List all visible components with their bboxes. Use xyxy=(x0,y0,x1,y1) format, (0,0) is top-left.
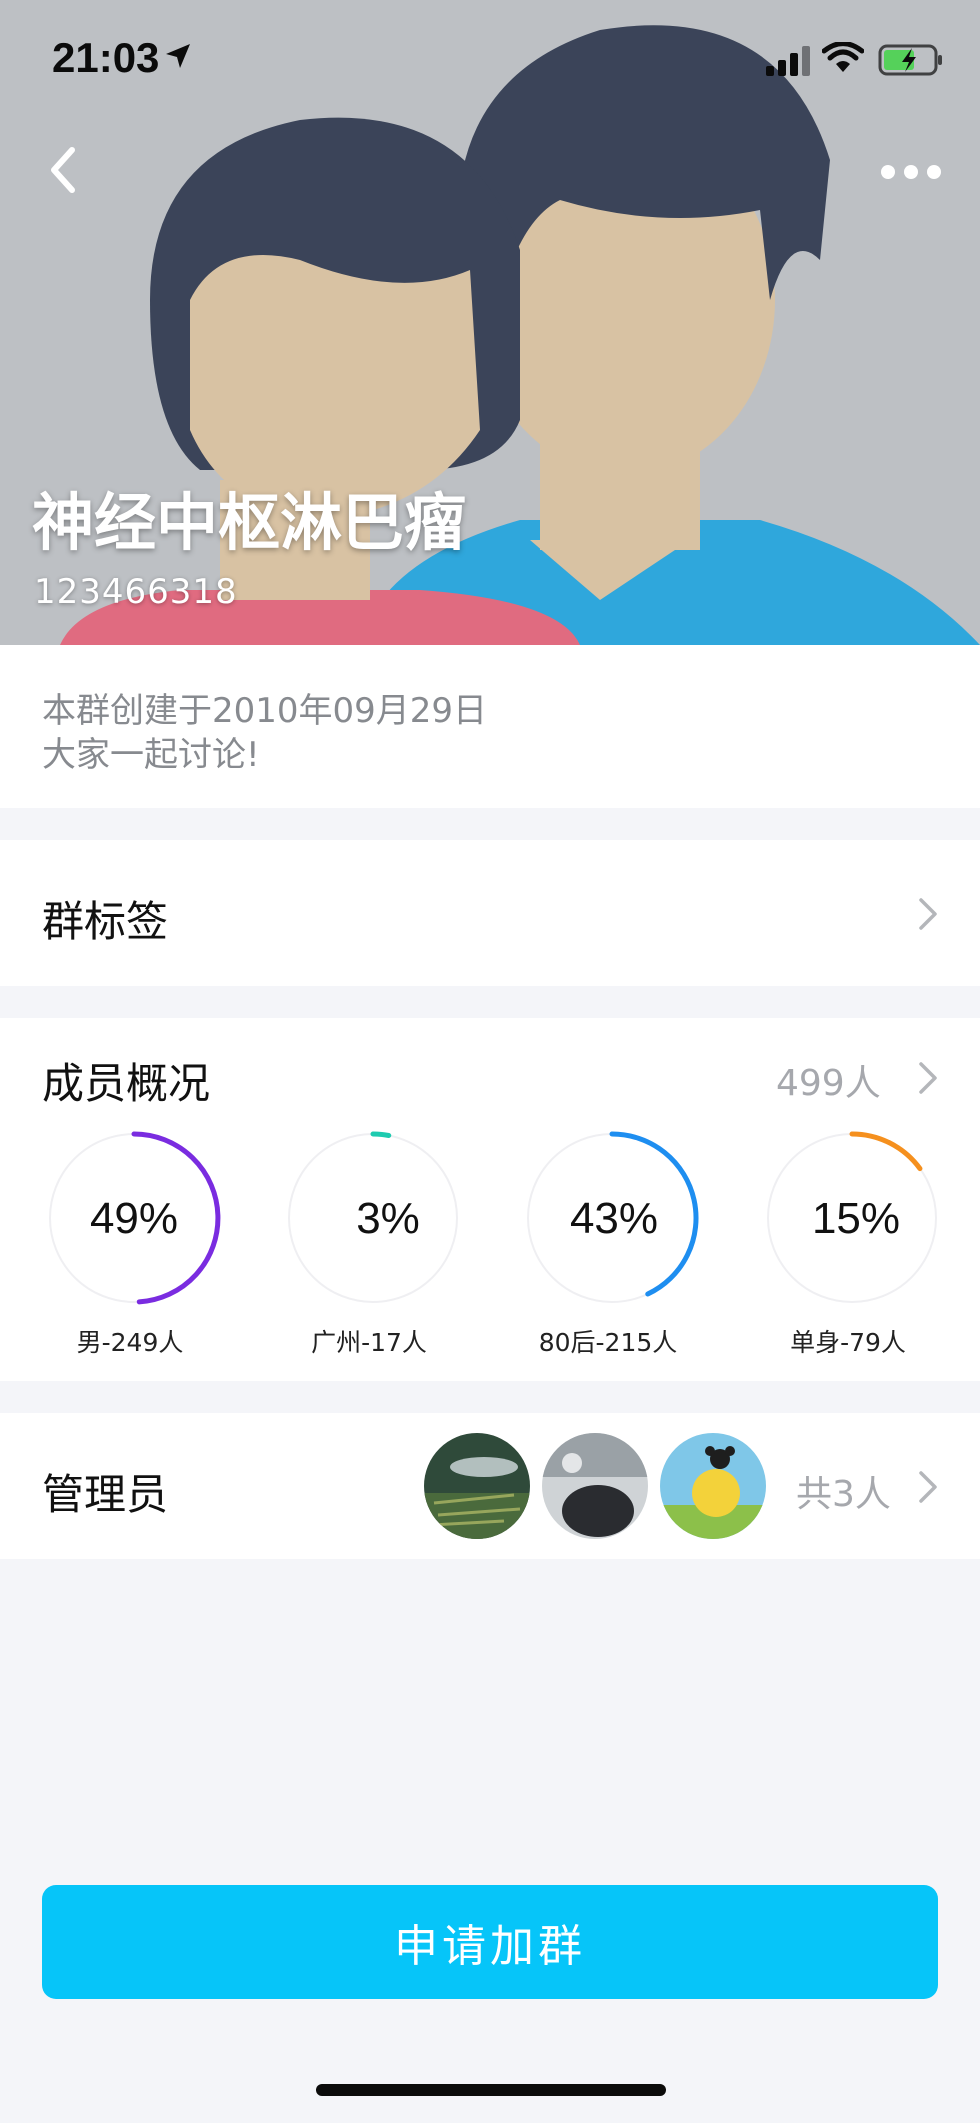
stat-caption: 广州-17人 xyxy=(311,1328,427,1357)
stat-percent: 43% xyxy=(569,1194,659,1243)
stat-caption: 单身-79人 xyxy=(790,1328,906,1357)
stat-percent: 3% xyxy=(356,1194,420,1243)
stat-percent: 49% xyxy=(89,1194,179,1243)
member-count: 499人 xyxy=(776,1063,881,1104)
back-icon[interactable] xyxy=(36,140,96,200)
group-description: 本群创建于2010年09月29日 大家一起讨论! xyxy=(0,645,980,808)
wifi-icon xyxy=(822,42,864,72)
apply-join-group-button[interactable]: 申请加群 xyxy=(42,1885,938,1999)
cellular-signal-icon xyxy=(766,46,810,76)
stat-caption: 男-249人 xyxy=(76,1328,184,1357)
status-time: 21:03 xyxy=(52,34,160,81)
stat-percent: 15% xyxy=(811,1194,901,1243)
stat-progress-arc xyxy=(370,1131,392,1138)
stat-caption: 80后-215人 xyxy=(538,1328,678,1357)
admins-label: 管理员 xyxy=(42,1470,169,1519)
admin-avatar[interactable] xyxy=(424,1433,530,1539)
status-bar: 21:03 xyxy=(0,0,980,120)
stat-progress-arc xyxy=(849,1131,923,1172)
more-options-icon[interactable] xyxy=(870,146,950,196)
admin-avatar[interactable] xyxy=(660,1433,766,1539)
description-line: 大家一起讨论! xyxy=(42,735,260,775)
group-tags-row[interactable]: 群标签 xyxy=(0,840,980,986)
description-line: 本群创建于2010年09月29日 xyxy=(42,691,488,731)
home-indicator xyxy=(316,2084,666,2096)
group-cover: 21:03 神经中枢淋巴瘤 123466318 xyxy=(0,0,980,645)
battery-charging-icon xyxy=(878,44,942,76)
chevron-right-icon xyxy=(919,1471,937,1503)
members-overview[interactable]: 成员概况 499人 49% 男-249人 3% 广州-17人 43% 80后-2… xyxy=(0,1018,980,1381)
admin-count: 共3人 xyxy=(796,1474,891,1515)
chevron-right-icon xyxy=(919,898,937,930)
admin-avatar[interactable] xyxy=(542,1433,648,1539)
admins-row[interactable]: 管理员 共3人 xyxy=(0,1413,980,1559)
group-id: 123466318 xyxy=(34,572,238,612)
location-arrow-icon xyxy=(166,44,190,68)
group-tags-label: 群标签 xyxy=(42,897,169,946)
group-name: 神经中枢淋巴瘤 xyxy=(32,486,467,559)
members-overview-label: 成员概况 xyxy=(42,1059,211,1108)
chevron-right-icon xyxy=(919,1062,937,1094)
